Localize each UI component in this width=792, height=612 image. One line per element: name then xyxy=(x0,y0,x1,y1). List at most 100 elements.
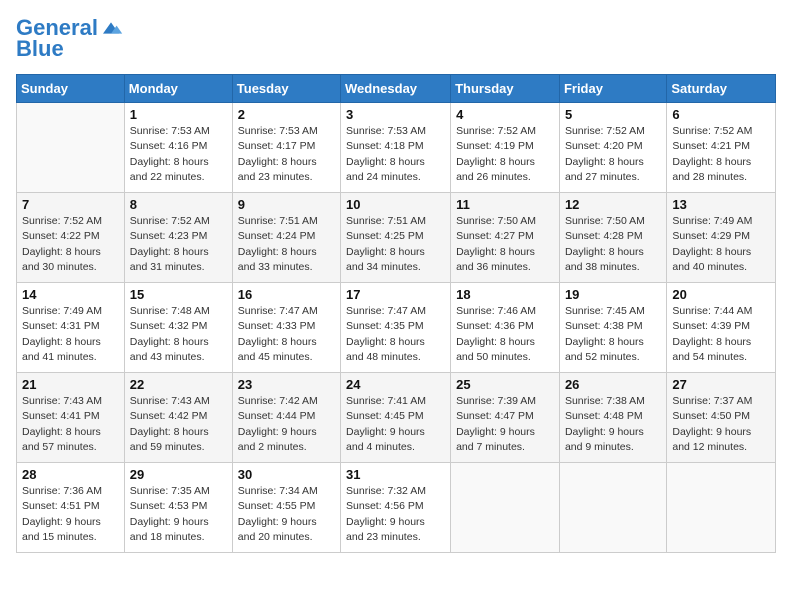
day-number: 1 xyxy=(130,107,227,122)
calendar-week-row: 21 Sunrise: 7:43 AMSunset: 4:41 PMDayligh… xyxy=(17,373,776,463)
page-header: General Blue xyxy=(16,16,776,62)
calendar-cell: 25Sunrise: 7:39 AMSunset: 4:47 PMDayligh… xyxy=(451,373,560,463)
day-info: Sunrise: 7:52 AMSunset: 4:22 PMDaylight:… xyxy=(22,214,119,275)
calendar-cell: 2 Sunrise: 7:53 AMSunset: 4:17 PMDaylight… xyxy=(232,103,340,193)
day-info: Sunrise: 7:52 AMSunset: 4:19 PMDaylight:… xyxy=(456,124,554,185)
calendar-cell: 16 Sunrise: 7:47 AMSunset: 4:33 PMDayligh… xyxy=(232,283,340,373)
day-info: Sunrise: 7:52 AMSunset: 4:21 PMDaylight:… xyxy=(672,124,770,185)
calendar-cell: 12Sunrise: 7:50 AMSunset: 4:28 PMDayligh… xyxy=(559,193,666,283)
weekday-header-sunday: Sunday xyxy=(17,75,125,103)
calendar-cell: 19Sunrise: 7:45 AMSunset: 4:38 PMDayligh… xyxy=(559,283,666,373)
day-number: 18 xyxy=(456,287,554,302)
day-number: 22 xyxy=(130,377,227,392)
day-info: Sunrise: 7:35 AMSunset: 4:53 PMDaylight:… xyxy=(130,484,227,545)
day-info: Sunrise: 7:43 AMSunset: 4:41 PMDaylight:… xyxy=(22,394,119,455)
calendar-cell: 4 Sunrise: 7:52 AMSunset: 4:19 PMDaylight… xyxy=(451,103,560,193)
calendar-week-row: 7 Sunrise: 7:52 AMSunset: 4:22 PMDaylight… xyxy=(17,193,776,283)
day-number: 2 xyxy=(238,107,335,122)
calendar-cell: 1 Sunrise: 7:53 AMSunset: 4:16 PMDaylight… xyxy=(124,103,232,193)
day-number: 4 xyxy=(456,107,554,122)
day-info: Sunrise: 7:52 AMSunset: 4:23 PMDaylight:… xyxy=(130,214,227,275)
day-info: Sunrise: 7:47 AMSunset: 4:35 PMDaylight:… xyxy=(346,304,445,365)
day-info: Sunrise: 7:48 AMSunset: 4:32 PMDaylight:… xyxy=(130,304,227,365)
calendar-cell: 11 Sunrise: 7:50 AMSunset: 4:27 PMDayligh… xyxy=(451,193,560,283)
day-info: Sunrise: 7:50 AMSunset: 4:28 PMDaylight:… xyxy=(565,214,661,275)
calendar-week-row: 14 Sunrise: 7:49 AMSunset: 4:31 PMDayligh… xyxy=(17,283,776,373)
day-number: 30 xyxy=(238,467,335,482)
calendar-cell: 18 Sunrise: 7:46 AMSunset: 4:36 PMDayligh… xyxy=(451,283,560,373)
calendar-cell: 30 Sunrise: 7:34 AMSunset: 4:55 PMDayligh… xyxy=(232,463,340,553)
day-number: 19 xyxy=(565,287,661,302)
day-number: 10 xyxy=(346,197,445,212)
logo-icon xyxy=(99,18,123,38)
day-number: 31 xyxy=(346,467,445,482)
calendar-cell: 3 Sunrise: 7:53 AMSunset: 4:18 PMDaylight… xyxy=(341,103,451,193)
day-info: Sunrise: 7:50 AMSunset: 4:27 PMDaylight:… xyxy=(456,214,554,275)
calendar-cell: 26 Sunrise: 7:38 AMSunset: 4:48 PMDayligh… xyxy=(559,373,666,463)
calendar-cell: 14 Sunrise: 7:49 AMSunset: 4:31 PMDayligh… xyxy=(17,283,125,373)
calendar-cell xyxy=(667,463,776,553)
day-number: 23 xyxy=(238,377,335,392)
day-info: Sunrise: 7:53 AMSunset: 4:16 PMDaylight:… xyxy=(130,124,227,185)
day-number: 9 xyxy=(238,197,335,212)
day-info: Sunrise: 7:44 AMSunset: 4:39 PMDaylight:… xyxy=(672,304,770,365)
calendar-cell: 21 Sunrise: 7:43 AMSunset: 4:41 PMDayligh… xyxy=(17,373,125,463)
weekday-header-thursday: Thursday xyxy=(451,75,560,103)
calendar-cell: 5 Sunrise: 7:52 AMSunset: 4:20 PMDaylight… xyxy=(559,103,666,193)
day-info: Sunrise: 7:46 AMSunset: 4:36 PMDaylight:… xyxy=(456,304,554,365)
day-info: Sunrise: 7:43 AMSunset: 4:42 PMDaylight:… xyxy=(130,394,227,455)
day-info: Sunrise: 7:34 AMSunset: 4:55 PMDaylight:… xyxy=(238,484,335,545)
day-info: Sunrise: 7:41 AMSunset: 4:45 PMDaylight:… xyxy=(346,394,445,455)
day-number: 13 xyxy=(672,197,770,212)
day-info: Sunrise: 7:49 AMSunset: 4:31 PMDaylight:… xyxy=(22,304,119,365)
day-info: Sunrise: 7:32 AMSunset: 4:56 PMDaylight:… xyxy=(346,484,445,545)
day-number: 15 xyxy=(130,287,227,302)
calendar-cell: 15 Sunrise: 7:48 AMSunset: 4:32 PMDayligh… xyxy=(124,283,232,373)
day-number: 14 xyxy=(22,287,119,302)
day-info: Sunrise: 7:51 AMSunset: 4:24 PMDaylight:… xyxy=(238,214,335,275)
day-info: Sunrise: 7:36 AMSunset: 4:51 PMDaylight:… xyxy=(22,484,119,545)
calendar-cell: 13 Sunrise: 7:49 AMSunset: 4:29 PMDayligh… xyxy=(667,193,776,283)
weekday-header-saturday: Saturday xyxy=(667,75,776,103)
day-info: Sunrise: 7:52 AMSunset: 4:20 PMDaylight:… xyxy=(565,124,661,185)
day-number: 20 xyxy=(672,287,770,302)
calendar-week-row: 1 Sunrise: 7:53 AMSunset: 4:16 PMDaylight… xyxy=(17,103,776,193)
calendar-cell: 23Sunrise: 7:42 AMSunset: 4:44 PMDayligh… xyxy=(232,373,340,463)
calendar-cell: 29 Sunrise: 7:35 AMSunset: 4:53 PMDayligh… xyxy=(124,463,232,553)
calendar-cell: 24 Sunrise: 7:41 AMSunset: 4:45 PMDayligh… xyxy=(341,373,451,463)
weekday-header-wednesday: Wednesday xyxy=(341,75,451,103)
calendar-cell: 22 Sunrise: 7:43 AMSunset: 4:42 PMDayligh… xyxy=(124,373,232,463)
calendar-table: SundayMondayTuesdayWednesdayThursdayFrid… xyxy=(16,74,776,553)
day-info: Sunrise: 7:53 AMSunset: 4:17 PMDaylight:… xyxy=(238,124,335,185)
day-number: 28 xyxy=(22,467,119,482)
day-number: 26 xyxy=(565,377,661,392)
day-info: Sunrise: 7:49 AMSunset: 4:29 PMDaylight:… xyxy=(672,214,770,275)
day-number: 5 xyxy=(565,107,661,122)
day-info: Sunrise: 7:51 AMSunset: 4:25 PMDaylight:… xyxy=(346,214,445,275)
day-number: 11 xyxy=(456,197,554,212)
logo: General Blue xyxy=(16,16,123,62)
day-info: Sunrise: 7:47 AMSunset: 4:33 PMDaylight:… xyxy=(238,304,335,365)
weekday-header-friday: Friday xyxy=(559,75,666,103)
weekday-header-row: SundayMondayTuesdayWednesdayThursdayFrid… xyxy=(17,75,776,103)
calendar-cell: 9 Sunrise: 7:51 AMSunset: 4:24 PMDaylight… xyxy=(232,193,340,283)
day-number: 8 xyxy=(130,197,227,212)
calendar-cell xyxy=(17,103,125,193)
day-number: 3 xyxy=(346,107,445,122)
day-number: 16 xyxy=(238,287,335,302)
calendar-cell: 17Sunrise: 7:47 AMSunset: 4:35 PMDayligh… xyxy=(341,283,451,373)
weekday-header-monday: Monday xyxy=(124,75,232,103)
calendar-cell: 10 Sunrise: 7:51 AMSunset: 4:25 PMDayligh… xyxy=(341,193,451,283)
day-number: 29 xyxy=(130,467,227,482)
day-number: 24 xyxy=(346,377,445,392)
day-number: 27 xyxy=(672,377,770,392)
day-number: 21 xyxy=(22,377,119,392)
calendar-cell: 28 Sunrise: 7:36 AMSunset: 4:51 PMDayligh… xyxy=(17,463,125,553)
day-info: Sunrise: 7:53 AMSunset: 4:18 PMDaylight:… xyxy=(346,124,445,185)
day-number: 25 xyxy=(456,377,554,392)
day-info: Sunrise: 7:38 AMSunset: 4:48 PMDaylight:… xyxy=(565,394,661,455)
calendar-cell: 27Sunrise: 7:37 AMSunset: 4:50 PMDayligh… xyxy=(667,373,776,463)
calendar-week-row: 28 Sunrise: 7:36 AMSunset: 4:51 PMDayligh… xyxy=(17,463,776,553)
day-number: 7 xyxy=(22,197,119,212)
day-number: 6 xyxy=(672,107,770,122)
